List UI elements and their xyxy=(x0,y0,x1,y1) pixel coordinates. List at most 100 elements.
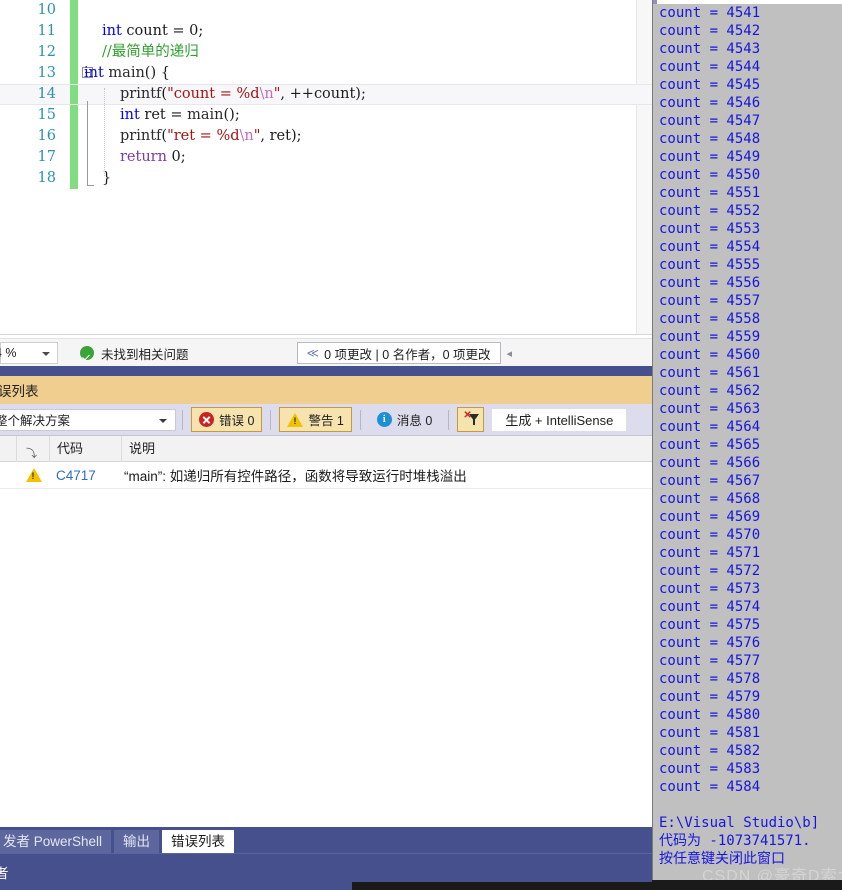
console-line: count = 4584 xyxy=(659,779,761,795)
console-line: count = 4580 xyxy=(659,707,761,723)
bottom-tab[interactable]: 输出 xyxy=(114,830,160,853)
bottom-tab[interactable]: 错误列表 xyxy=(162,830,235,853)
console-line: count = 4549 xyxy=(659,149,761,165)
code-lines: 10 11 int count = 0; 12//最简单的递归 13 int main()… xyxy=(0,0,652,189)
scope-dropdown-value: 整个解决方案 xyxy=(0,414,71,428)
code-line[interactable]: 17 return 0; xyxy=(0,147,652,168)
code-token: return xyxy=(120,149,167,165)
console-bottom-strip xyxy=(652,880,842,890)
line-number: 14 xyxy=(37,86,56,102)
console-line: count = 4570 xyxy=(659,527,761,543)
code-token: int xyxy=(102,23,122,39)
code-line-text: printf("count = %d\n", ++count); xyxy=(120,85,366,104)
console-line: count = 4559 xyxy=(659,329,761,345)
console-line: count = 4551 xyxy=(659,185,761,201)
table-row[interactable]: C4717“main”: 如递归所有控件路径，函数将导致运行时堆栈溢出 xyxy=(0,462,652,489)
git-changes-label: 0 项更改 | 0 名作者，0 项更改 xyxy=(324,347,491,362)
line-number: 16 xyxy=(37,128,56,144)
errors-filter-button[interactable]: 错误 0 xyxy=(191,407,263,432)
column-header-code[interactable]: 代码 xyxy=(50,435,122,462)
row-severity-cell xyxy=(17,468,50,482)
zoom-level-value: 4 % xyxy=(0,346,17,360)
messages-filter-label: 消息 0 xyxy=(396,414,433,428)
code-token: , ret); xyxy=(260,128,302,144)
clear-filter-button[interactable]: ✕ xyxy=(457,407,485,432)
toolbar-separator xyxy=(359,409,361,430)
line-number: 17 xyxy=(37,149,56,165)
block-structure-guide xyxy=(104,88,105,176)
issue-status[interactable]: 未找到相关问题 xyxy=(80,344,189,363)
bottom-tab[interactable]: 发者 PowerShell xyxy=(0,830,112,853)
scope-dropdown[interactable]: 整个解决方案 xyxy=(0,408,176,431)
build-source-dropdown[interactable]: 生成 + IntelliSense xyxy=(492,408,627,431)
line-number: 12 xyxy=(37,44,56,60)
collapse-arrow-icon[interactable]: ◂ xyxy=(507,347,513,360)
console-line: count = 4562 xyxy=(659,383,761,399)
code-line[interactable]: 15 int ret = main(); xyxy=(0,105,652,126)
zoom-level-combobox[interactable]: 4 % xyxy=(0,342,58,364)
console-line: count = 4554 xyxy=(659,239,761,255)
change-indicator-bar xyxy=(70,21,78,42)
toolbar-separator xyxy=(182,409,183,430)
error-list-toolbar: 整个解决方案 错误 0 警告 1 消息 0 ✕ xyxy=(0,404,652,436)
line-number: 13 xyxy=(37,65,56,81)
row-code-cell[interactable]: C4717 xyxy=(50,468,122,483)
fold-guide-line xyxy=(87,101,88,186)
code-editor[interactable]: 10 11 int count = 0; 12//最简单的递归 13 int main()… xyxy=(0,0,652,334)
code-line[interactable]: 18} xyxy=(0,168,652,189)
git-changes-widget[interactable]: ≪ 0 项更改 | 0 名作者，0 项更改 xyxy=(296,342,501,364)
code-line[interactable]: 10 xyxy=(0,0,652,21)
code-line[interactable]: 14 printf("count = %d\n", ++count); xyxy=(0,84,652,105)
line-number: 15 xyxy=(37,107,56,123)
issue-status-label: 未找到相关问题 xyxy=(101,347,189,362)
code-line[interactable]: 13 int main() { xyxy=(0,63,652,84)
column-header-severity[interactable]: ⤵ xyxy=(17,435,50,462)
console-line: count = 4557 xyxy=(659,293,761,309)
code-token: \n xyxy=(239,128,254,144)
error-icon xyxy=(199,412,214,427)
console-line: count = 4575 xyxy=(659,617,761,633)
code-token: printf xyxy=(120,86,162,102)
console-line: count = 4563 xyxy=(659,401,761,417)
warnings-filter-button[interactable]: 警告 1 xyxy=(279,407,352,432)
console-line: count = 4574 xyxy=(659,599,761,615)
code-line[interactable]: 12 //最简单的递归 xyxy=(0,42,652,63)
change-indicator-bar xyxy=(70,105,78,126)
console-line: count = 4553 xyxy=(659,221,761,237)
editor-bottom-rule xyxy=(0,334,652,335)
console-line: count = 4547 xyxy=(659,113,761,129)
console-window[interactable]: count = 4541 count = 4542 count = 4543 coun… xyxy=(652,0,842,890)
code-token: , ++count); xyxy=(280,86,366,102)
column-header-blank[interactable] xyxy=(0,435,17,462)
console-line: count = 4552 xyxy=(659,203,761,219)
console-line: count = 4560 xyxy=(659,347,761,363)
console-line: count = 4568 xyxy=(659,491,761,507)
console-line: count = 4550 xyxy=(659,167,761,183)
code-token: (); xyxy=(223,107,240,123)
row-description-cell: “main”: 如递归所有控件路径，函数将导致运行时堆栈溢出 xyxy=(124,469,467,484)
error-grid-body[interactable]: C4717“main”: 如递归所有控件路径，函数将导致运行时堆栈溢出 xyxy=(0,462,652,812)
code-token: int xyxy=(120,107,140,123)
messages-filter-button[interactable]: 消息 0 xyxy=(369,407,440,432)
change-indicator-bar xyxy=(70,168,78,189)
check-circle-icon xyxy=(80,346,94,360)
console-line: count = 4573 xyxy=(659,581,761,597)
column-header-description[interactable]: 说明 xyxy=(122,436,622,462)
column-header-code-label: 代码 xyxy=(57,440,84,456)
console-line: count = 4556 xyxy=(659,275,761,291)
console-line: 按任意键关闭此窗口 xyxy=(659,851,785,867)
fold-guide-foot xyxy=(87,185,94,186)
code-line-text: printf("ret = %d\n", ret); xyxy=(120,126,302,147)
editor-status-strip: 4 % 未找到相关问题 ≪ 0 项更改 | 0 名作者，0 项更改 ◂ xyxy=(0,338,652,367)
line-number: 10 xyxy=(37,2,56,18)
code-line[interactable]: 16 printf("ret = %d\n", ret); xyxy=(0,126,652,147)
code-line[interactable]: 11 int count = 0; xyxy=(0,21,652,42)
console-line: 代码为 -1073741571. xyxy=(659,833,811,849)
console-line: count = 4566 xyxy=(659,455,761,471)
line-number: 11 xyxy=(37,23,56,39)
ide-column: 10 11 int count = 0; 12//最简单的递归 13 int main()… xyxy=(0,0,652,890)
build-source-value: 生成 + IntelliSense xyxy=(505,413,614,428)
code-token: count = 0; xyxy=(121,23,204,39)
console-line: count = 4582 xyxy=(659,743,761,759)
